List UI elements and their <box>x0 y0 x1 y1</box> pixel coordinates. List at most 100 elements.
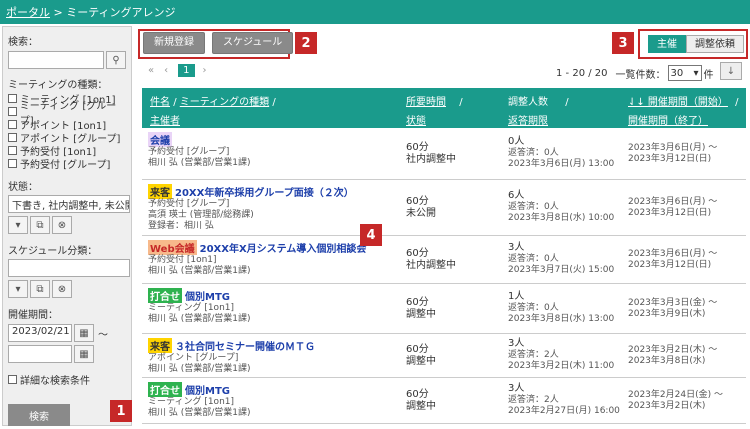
meeting-title-link[interactable]: ３社合同セミナー開催のＭＴＧ <box>175 338 315 353</box>
chevron-down-icon[interactable]: ▾ <box>8 280 28 298</box>
duration-cell: 60分 社内調整中 <box>406 248 456 272</box>
clear-icon[interactable]: ⊗ <box>52 216 72 234</box>
header-duration[interactable]: 所要時間 <box>406 97 446 108</box>
period-cell: 2023年3月6日(月) ～ 2023年3月12日(日) <box>628 197 717 219</box>
search-input[interactable] <box>8 51 105 69</box>
period-from-input[interactable]: 2023/02/21 <box>8 324 72 342</box>
header-period-start[interactable]: ⇃↓ 開催期間（開始） <box>628 97 728 108</box>
status-text: 社内調整中 <box>406 154 456 165</box>
breadcrumb-portal-link[interactable]: ポータル <box>6 6 50 19</box>
view-toggle: 主催 調整依頼 <box>648 35 744 53</box>
table-row[interactable]: 来客 20XX年新卒採用グループ面接（２次） 予約受付 [グループ] 高須 瑛士 (管… <box>142 180 746 236</box>
replied-text: 返答済：2人 <box>508 395 559 405</box>
row-title-cell: 来客 ３社合同セミナー開催のＭＴＧ アポイント [グループ] 相川 弘 (営業部/営業… <box>148 338 403 375</box>
copy-icon[interactable]: ⧉ <box>30 216 50 234</box>
header-slash: / <box>459 97 463 108</box>
checkbox-box[interactable] <box>8 120 17 129</box>
meeting-type-text: 予約受付 [1on1] <box>148 255 217 265</box>
clear-icon[interactable]: ⊗ <box>52 280 72 298</box>
count-cell: 3人 返答済：2人 2023年2月27日(月) 16:00 <box>508 383 620 417</box>
replied-text: 返答済：0人 <box>508 202 559 212</box>
meeting-type-list: ミーティング [1on1] ミーティング [グループ] アポイント [1on1] アポ… <box>8 92 126 171</box>
table-row[interactable]: Web会議 20XX年X月システム導入個別相談会 予約受付 [1on1] 相川 弘 (… <box>142 236 746 284</box>
deadline-text: 2023年3月7日(火) 15:00 <box>508 265 615 275</box>
meeting-type-label: ミーティングの種類： <box>8 80 108 91</box>
duration-cell: 60分 調整中 <box>406 344 436 368</box>
new-registration-button[interactable]: 新規登録 <box>143 32 205 54</box>
checkbox-box[interactable] <box>8 133 17 142</box>
category-tag: 来客 <box>148 184 172 199</box>
per-page-unit: 件 <box>703 69 714 81</box>
period-end-text: 2023年3月2日(木) <box>628 401 706 411</box>
detail-search-label: 詳細な検索条件 <box>20 376 90 387</box>
pager: « ‹ 1 › <box>148 64 217 77</box>
checkbox-box[interactable] <box>8 375 17 384</box>
detail-search-checkbox[interactable]: 詳細な検索条件 <box>8 373 126 387</box>
status-text: 調整中 <box>406 401 436 412</box>
table-row[interactable]: 打合せ 個別MTG ミーティング [1on1] 相川 弘 (営業部/営業1課) 60分調… <box>142 284 746 334</box>
callout-badge-2: 2 <box>295 32 317 54</box>
period-cell: 2023年3月6日(月) ～ 2023年3月12日(日) <box>628 143 717 165</box>
first-page-icon[interactable]: « <box>148 65 154 76</box>
meeting-title-link[interactable]: 個別MTG <box>185 288 230 303</box>
table-row[interactable]: 来客 ３社合同セミナー開催のＭＴＧ アポイント [グループ] 相川 弘 (営業部/営業… <box>142 334 746 378</box>
download-icon[interactable]: ↓ <box>720 62 742 80</box>
table-row[interactable]: 会議 予約受付 [グループ] 相川 弘 (営業部/営業1課) 60分 社内調整中 0人 返答… <box>142 128 746 180</box>
header-period-end[interactable]: 開催期間（終了） <box>628 116 708 127</box>
period-cell: 2023年3月6日(月) ～ 2023年3月12日(日) <box>628 249 717 271</box>
period-to-input[interactable] <box>8 345 72 363</box>
prev-page-icon[interactable]: ‹ <box>164 65 168 76</box>
category-tag: 打合せ <box>148 288 182 303</box>
search-button[interactable]: 検索 <box>8 404 70 426</box>
header-count: 調整人数 <box>508 97 548 108</box>
header-status[interactable]: 状態 <box>406 116 426 127</box>
next-page-icon[interactable]: › <box>203 65 207 76</box>
count-text: 3人 <box>508 383 525 394</box>
period-label: 開催期間： <box>8 310 58 321</box>
schedule-button[interactable]: スケジュール <box>212 32 294 54</box>
duration-text: 60分 <box>406 344 429 355</box>
calendar-icon[interactable]: ▦ <box>74 345 94 363</box>
calendar-icon[interactable]: ▦ <box>74 324 94 342</box>
period-end-text: 2023年3月12日(日) <box>628 154 712 164</box>
range-text: 1 - 20 / 20 <box>556 67 608 79</box>
period-cell: 2023年3月2日(木) ～ 2023年3月8日(水) <box>628 345 717 367</box>
meeting-title-link[interactable]: 20XX年新卒採用グループ面接（２次） <box>175 184 354 199</box>
checkbox-box[interactable] <box>8 146 17 155</box>
duration-cell: 60分 調整中 <box>406 389 436 413</box>
checkbox-box[interactable] <box>8 94 17 103</box>
period-cell: 2023年2月24日(金) ～ 2023年3月2日(木) <box>628 390 723 412</box>
header-name[interactable]: 件名 <box>150 97 170 108</box>
toggle-request[interactable]: 調整依頼 <box>686 35 744 53</box>
checkbox-box[interactable] <box>8 159 17 168</box>
callout-badge-3: 3 <box>612 32 634 54</box>
per-page-select[interactable]: 30 ▾ <box>667 65 702 81</box>
header-slash: / <box>565 97 569 108</box>
period-start-text: 2023年3月6日(月) ～ <box>628 197 718 207</box>
row-title-cell: 打合せ 個別MTG ミーティング [1on1] 相川 弘 (営業部/営業1課) <box>148 382 403 419</box>
header-reply-deadline[interactable]: 返答期限 <box>508 116 548 127</box>
status-field[interactable]: 下書き, 社内調整中, 未公開, <box>8 195 130 213</box>
chevron-down-icon[interactable]: ▾ <box>8 216 28 234</box>
current-page[interactable]: 1 <box>178 64 195 77</box>
meeting-title-link[interactable]: 個別MTG <box>185 382 230 397</box>
meeting-title-link[interactable]: 20XX年X月システム導入個別相談会 <box>200 240 367 255</box>
checkbox-box[interactable] <box>8 107 17 116</box>
header-type[interactable]: ミーティングの種類 <box>180 97 269 108</box>
header-organizer[interactable]: 主催者 <box>150 116 180 127</box>
meeting-type-checkbox[interactable]: 予約受付 [グループ] <box>8 157 126 171</box>
search-icon[interactable]: ⚲ <box>106 51 126 69</box>
count-cell: 3人 返答済：2人 2023年3月2日(木) 11:00 <box>508 338 614 372</box>
toggle-host[interactable]: 主催 <box>648 35 686 53</box>
table-row[interactable]: 打合せ 個別MTG ミーティング [1on1] 相川 弘 (営業部/営業1課) 60分調… <box>142 378 746 424</box>
deadline-text: 2023年3月6日(月) 13:00 <box>508 159 615 169</box>
meeting-type-label: 予約受付 [グループ] <box>20 160 111 171</box>
status-text: 調整中 <box>406 309 436 320</box>
copy-icon[interactable]: ⧉ <box>30 280 50 298</box>
period-start-text: 2023年2月24日(金) ～ <box>628 390 723 400</box>
deadline-text: 2023年3月8日(水) 13:00 <box>508 314 615 324</box>
count-cell: 0人 返答済：0人 2023年3月6日(月) 13:00 <box>508 136 614 170</box>
count-text: 0人 <box>508 136 525 147</box>
search-sidebar: 検索： ⚲ ミーティングの種類： ミーティング [1on1] ミーティング [グル… <box>2 26 132 426</box>
schedule-category-field[interactable] <box>8 259 130 277</box>
